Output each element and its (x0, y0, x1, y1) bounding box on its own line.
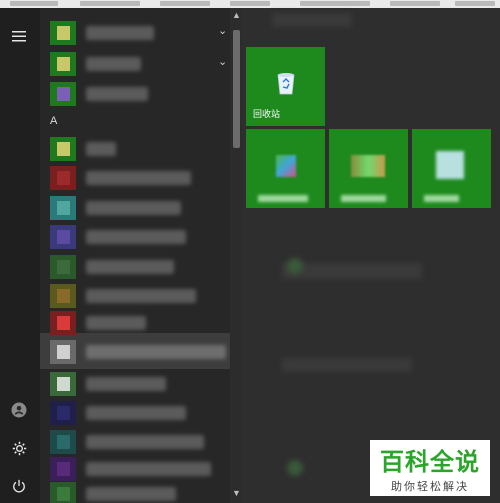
app-list-item[interactable] (40, 428, 230, 458)
app-icon (50, 311, 76, 335)
scroll-down-arrow-icon[interactable]: ▼ (232, 488, 241, 498)
blurred-app-label (86, 289, 196, 303)
app-list-item[interactable] (40, 135, 230, 165)
app-icon (50, 430, 76, 454)
watermark-title: 百科全说 (380, 448, 480, 476)
blurred-app-label (86, 406, 186, 420)
app-icon (50, 225, 76, 249)
bookmark-strip (0, 0, 500, 8)
chevron-down-icon[interactable]: ⌄ (218, 24, 227, 37)
tile-app[interactable] (246, 129, 325, 208)
blurred-app-label (86, 171, 191, 185)
chevron-down-icon[interactable]: ⌄ (218, 55, 227, 68)
blurred-app-label (86, 230, 186, 244)
app-icon (50, 82, 76, 106)
recycle-bin-icon (277, 73, 295, 95)
app-icon (50, 166, 76, 190)
app-icon (50, 482, 76, 503)
scroll-up-arrow-icon[interactable]: ▲ (232, 10, 241, 20)
tile-app[interactable] (412, 129, 491, 208)
app-list-item[interactable] (40, 253, 230, 283)
blurred-app-label (86, 345, 226, 359)
app-list-item[interactable] (40, 309, 230, 339)
blurred-app-label (86, 316, 146, 330)
app-icon (50, 340, 76, 364)
blurred-app-icon (351, 155, 385, 177)
blurred-app-icon (276, 155, 296, 177)
section-letter-header[interactable]: A (50, 115, 57, 127)
app-icon (50, 372, 76, 396)
blurred-app-label (86, 377, 166, 391)
app-icon (50, 457, 76, 481)
start-menu-screen: ⌄ ⌄ A ▲ ▼ 回收站 百科全说 助你轻松解决 (0, 0, 500, 503)
blurred-app-label (86, 487, 176, 501)
app-icon (50, 255, 76, 279)
app-list-item[interactable] (40, 164, 230, 194)
app-icon (50, 52, 76, 76)
scrollbar-thumb[interactable] (233, 30, 240, 148)
power-icon[interactable] (7, 474, 31, 498)
blurred-app-label (86, 142, 116, 156)
start-menu-rail (0, 8, 40, 503)
app-list-item[interactable] (40, 282, 230, 312)
app-list-item[interactable]: ⌄ (40, 50, 230, 80)
app-list-item[interactable] (40, 399, 230, 429)
watermark-subtitle: 助你轻松解决 (391, 480, 469, 493)
app-icon (50, 284, 76, 308)
app-list-item[interactable]: ⌄ (40, 19, 230, 49)
blurred-app-label (86, 260, 174, 274)
watermark-logo: 百科全说 助你轻松解决 (370, 440, 490, 496)
app-list-item-highlighted[interactable] (40, 338, 230, 368)
blurred-app-label (86, 57, 141, 71)
tile-recycle-bin[interactable]: 回收站 (246, 47, 325, 126)
app-icon (50, 196, 76, 220)
tile-label: 回收站 (253, 109, 281, 119)
hamburger-icon[interactable] (7, 24, 31, 48)
app-icon (50, 401, 76, 425)
tile-app[interactable] (329, 129, 408, 208)
tile-label (341, 195, 386, 202)
app-icon (50, 21, 76, 45)
gear-icon[interactable] (7, 436, 31, 460)
app-list-item[interactable] (40, 80, 230, 110)
app-list-item[interactable] (40, 480, 230, 503)
tiles-panel: 回收站 (242, 8, 500, 503)
app-list-item[interactable] (40, 223, 230, 253)
app-list-item[interactable] (40, 370, 230, 400)
blurred-app-icon (436, 151, 464, 179)
blurred-app-label (86, 462, 211, 476)
app-list-item[interactable] (40, 194, 230, 224)
blurred-app-label (86, 87, 148, 101)
tile-label (424, 195, 459, 202)
blurred-app-label (86, 26, 154, 40)
blurred-app-label (86, 435, 204, 449)
user-icon[interactable] (7, 398, 31, 422)
app-icon (50, 137, 76, 161)
blurred-app-label (86, 201, 181, 215)
tile-label (258, 195, 308, 202)
app-list: ⌄ ⌄ A (40, 8, 245, 503)
